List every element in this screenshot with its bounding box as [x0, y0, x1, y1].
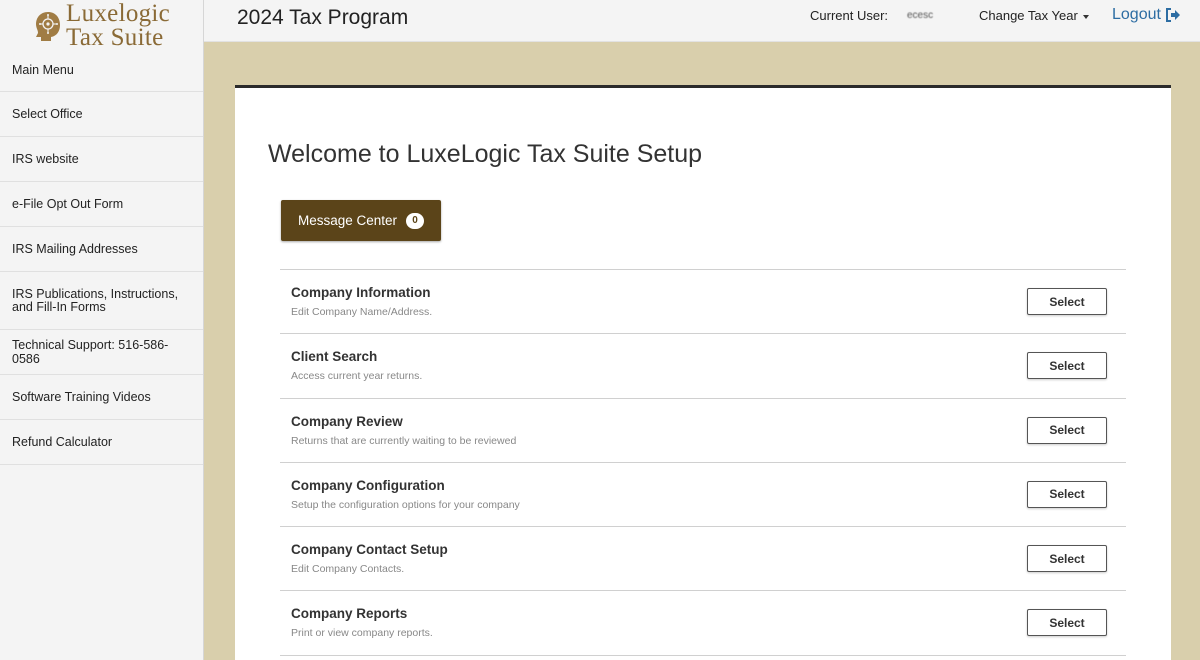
- select-company-reports-button[interactable]: Select: [1027, 609, 1107, 637]
- sidebar-item-main-menu[interactable]: Main Menu: [0, 48, 203, 92]
- top-bar: 2024 Tax Program Current User: ecesc Cha…: [204, 0, 1200, 42]
- row-description: Edit Company Name/Address.: [291, 306, 433, 318]
- current-user-label: Current User:: [810, 8, 889, 23]
- sidebar: Luxelogic Tax Suite Main Menu Select Off…: [0, 0, 204, 660]
- sidebar-item-training-videos[interactable]: Software Training Videos: [0, 375, 203, 420]
- list-item-company-contact-setup: Company Contact Setup Edit Company Conta…: [280, 527, 1126, 592]
- brand-line-1: Luxelogic: [66, 0, 171, 27]
- list-item-company-review: Company Review Returns that are currentl…: [280, 399, 1126, 463]
- row-description: Print or view company reports.: [291, 627, 433, 640]
- list-item-company-configuration: Company Configuration Setup the configur…: [280, 463, 1126, 528]
- current-user-value: ecesc: [907, 10, 934, 21]
- welcome-heading: Welcome to LuxeLogic Tax Suite Setup: [268, 140, 703, 168]
- select-company-review-button[interactable]: Select: [1027, 416, 1107, 444]
- message-center-label: Message Center: [297, 213, 398, 228]
- row-title: Client Search: [291, 349, 378, 365]
- setup-panel: Welcome to LuxeLogic Tax Suite Setup Mes…: [235, 85, 1171, 660]
- row-title: Company Contact Setup: [291, 542, 448, 558]
- sidebar-item-irs-mailing-addresses[interactable]: IRS Mailing Addresses: [0, 227, 203, 272]
- list-item-client-search: Client Search Access current year return…: [280, 334, 1126, 399]
- row-description: Edit Company Contacts.: [291, 563, 405, 576]
- head-circuit-icon: [36, 12, 60, 41]
- row-title: Company Review: [291, 413, 403, 429]
- logout-link[interactable]: Logout: [1112, 6, 1181, 24]
- row-title: Company Reports: [291, 606, 408, 622]
- caret-down-icon: [1082, 14, 1089, 19]
- brand-logo[interactable]: Luxelogic Tax Suite: [0, 0, 203, 51]
- setup-options-list: Company Information Edit Company Name/Ad…: [280, 269, 1126, 656]
- select-company-configuration-button[interactable]: Select: [1027, 480, 1107, 508]
- change-tax-year-label: Change Tax Year: [979, 8, 1078, 23]
- message-count-badge: 0: [406, 212, 425, 229]
- message-center-button[interactable]: Message Center 0: [281, 200, 441, 241]
- select-company-contact-setup-button[interactable]: Select: [1027, 545, 1107, 573]
- brand-line-2: Tax Suite: [66, 24, 164, 51]
- row-description: Setup the configuration options for your…: [291, 498, 520, 511]
- brand-name: Luxelogic Tax Suite: [66, 0, 171, 51]
- select-client-search-button[interactable]: Select: [1027, 352, 1107, 380]
- sidebar-item-refund-calculator[interactable]: Refund Calculator: [0, 420, 203, 465]
- sidebar-item-efile-opt-out[interactable]: e-File Opt Out Form: [0, 182, 203, 227]
- sidebar-item-technical-support[interactable]: Technical Support: 516-586-0586: [0, 330, 203, 375]
- sidebar-item-select-office[interactable]: Select Office: [0, 92, 203, 137]
- sidebar-item-irs-publications[interactable]: IRS Publications, Instructions, and Fill…: [0, 272, 203, 330]
- sidebar-item-irs-website[interactable]: IRS website: [0, 137, 203, 182]
- change-tax-year-dropdown[interactable]: Change Tax Year: [979, 8, 1089, 23]
- logout-label: Logout: [1112, 6, 1161, 23]
- list-item-company-reports: Company Reports Print or view company re…: [280, 591, 1126, 656]
- select-company-information-button[interactable]: Select: [1027, 288, 1107, 315]
- page-title: 2024 Tax Program: [237, 6, 409, 29]
- row-title: Company Configuration: [291, 477, 445, 493]
- list-item-company-information: Company Information Edit Company Name/Ad…: [280, 270, 1126, 335]
- sign-out-icon: [1165, 8, 1180, 22]
- row-description: Access current year returns.: [291, 370, 423, 383]
- row-description: Returns that are currently waiting to be…: [291, 434, 517, 447]
- row-title: Company Information: [291, 285, 431, 300]
